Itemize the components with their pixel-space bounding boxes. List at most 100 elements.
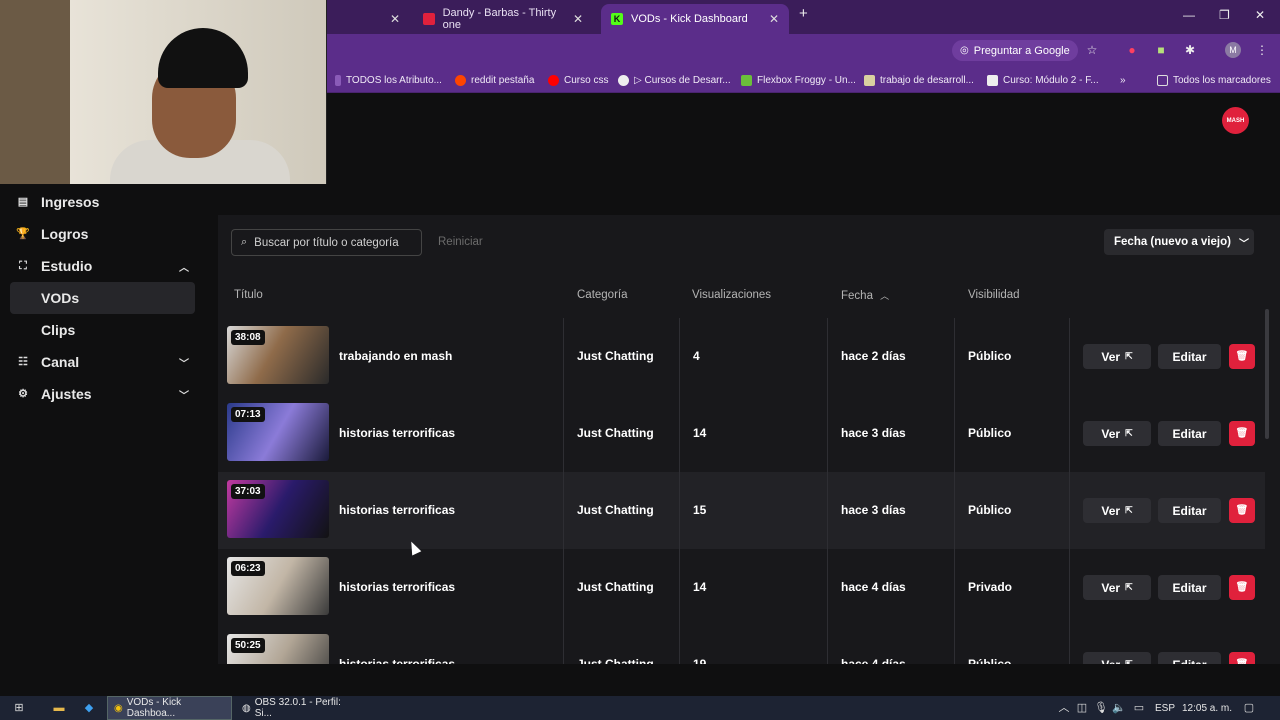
vod-views: 4 — [693, 349, 700, 363]
extension-icon[interactable]: ■ — [1153, 42, 1169, 58]
sidebar-item-clips[interactable]: Clips — [10, 314, 195, 346]
view-button[interactable]: Ver ⇱ — [1083, 344, 1151, 369]
column-divider — [563, 395, 564, 472]
sidebar-item-label: Canal — [41, 354, 80, 370]
close-tab-icon[interactable]: ✕ — [573, 12, 583, 26]
bookmark-item[interactable]: Curso: Módulo 2 - F... — [987, 72, 1099, 88]
microphone-icon[interactable]: 🎙 — [1094, 701, 1108, 715]
sidebar-item-logros[interactable]: 🏆 Logros — [10, 218, 195, 250]
sidebar-item-estudio[interactable]: ⛶ Estudio ︿ — [10, 250, 195, 282]
menu-kebab-icon[interactable]: ⋮ — [1254, 42, 1270, 58]
frog-icon — [741, 74, 752, 86]
column-divider — [827, 549, 828, 626]
column-header-views[interactable]: Visualizaciones — [692, 289, 771, 301]
table-row[interactable]: 07:13 historias terrorificas Just Chatting… — [218, 395, 1265, 472]
tray-icon[interactable]: ◫ — [1075, 701, 1089, 715]
network-icon[interactable]: ▭ — [1132, 701, 1146, 715]
external-link-icon: ⇱ — [1125, 505, 1133, 515]
sidebar-item-ajustes[interactable]: ⚙ Ajustes ﹀ — [10, 378, 195, 410]
sidebar-item-canal[interactable]: ☷ Canal ﹀ — [10, 346, 195, 378]
ask-google-button[interactable]: ◎ Preguntar a Google — [952, 40, 1078, 61]
vscode-icon[interactable]: ◆ — [82, 701, 96, 715]
bookmark-item[interactable]: Curso css — [548, 72, 608, 88]
sidebar-item-ingresos[interactable]: ▤ Ingresos — [10, 186, 195, 218]
edit-button[interactable]: Editar — [1158, 344, 1221, 369]
table-row[interactable]: 06:23 historias terrorificas Just Chatting… — [218, 549, 1265, 626]
bookmark-item[interactable]: ▷ Cursos de Desarr... — [618, 72, 731, 88]
bookmark-item[interactable]: trabajo de desarroll... — [864, 72, 974, 88]
table-row[interactable]: 38:08 trabajando en mash Just Chatting 4 hac… — [218, 318, 1265, 395]
chevron-up-icon: ︿ — [179, 262, 189, 274]
vod-views: 14 — [693, 426, 707, 440]
view-button-label: Ver — [1101, 580, 1121, 595]
delete-button[interactable]: 🗑 — [1229, 421, 1255, 446]
notifications-icon[interactable]: ▢ — [1242, 701, 1256, 715]
edit-button[interactable]: Editar — [1158, 421, 1221, 446]
vod-date: hace 4 días — [841, 580, 906, 594]
edit-button[interactable]: Editar — [1158, 498, 1221, 523]
column-header-date[interactable]: Fecha ︿ — [841, 289, 889, 302]
column-divider — [1069, 549, 1070, 626]
delete-button[interactable]: 🗑 — [1229, 575, 1255, 600]
column-header-visibility[interactable]: Visibilidad — [968, 289, 1020, 301]
view-button[interactable]: Ver ⇱ — [1083, 421, 1151, 446]
taskbar-item-obs[interactable]: ◍ OBS 32.0.1 - Perfil: Si... — [236, 696, 360, 720]
duration-badge: 38:08 — [231, 330, 265, 345]
speaker-icon[interactable]: 🔈 — [1112, 701, 1126, 715]
all-bookmarks-button[interactable]: Todos los marcadores — [1157, 72, 1271, 88]
file-explorer-icon[interactable]: ▬ — [52, 701, 66, 715]
chevron-up-icon[interactable]: ︿ — [1057, 701, 1071, 715]
bookmarks-bar: TODOS los Atributo... reddit pestaña Cur… — [327, 67, 1280, 93]
extensions-puzzle-icon[interactable]: ✱ — [1182, 42, 1198, 58]
profile-avatar[interactable]: M — [1225, 42, 1241, 58]
close-tab-icon[interactable]: ✕ — [390, 12, 400, 26]
delete-button[interactable]: 🗑 — [1229, 344, 1255, 369]
minimize-icon[interactable]: — — [1183, 8, 1195, 22]
windows-start-icon[interactable]: ⊞ — [12, 701, 26, 715]
restore-icon[interactable]: ❐ — [1219, 8, 1230, 22]
user-avatar[interactable]: MASH — [1222, 107, 1249, 134]
view-button[interactable]: Ver ⇱ — [1083, 498, 1151, 523]
browser-tab[interactable]: Dandy - Barbas - Thirty one ✕ — [413, 4, 593, 34]
column-divider — [679, 472, 680, 549]
vod-title: historias terrorificas — [339, 503, 456, 517]
language-indicator[interactable]: ESP — [1155, 696, 1175, 720]
scrollbar[interactable] — [1265, 309, 1269, 439]
vod-views: 15 — [693, 503, 707, 517]
bookmark-item[interactable]: Flexbox Froggy - Un... — [741, 72, 856, 88]
vod-thumbnail[interactable]: 37:03 — [227, 480, 329, 538]
vod-thumbnail[interactable]: 06:23 — [227, 557, 329, 615]
vod-thumbnail[interactable]: 38:08 — [227, 326, 329, 384]
edit-button[interactable]: Editar — [1158, 575, 1221, 600]
app-header — [327, 93, 1280, 215]
column-header-title[interactable]: Título — [234, 289, 263, 301]
taskbar-item-chrome[interactable]: ◉ VODs - Kick Dashboa... — [107, 696, 232, 720]
extension-icon[interactable]: ● — [1124, 42, 1140, 58]
view-button[interactable]: Ver ⇱ — [1083, 575, 1151, 600]
search-placeholder: Buscar por título o categoría — [254, 236, 399, 249]
browser-tab[interactable]: ✕ — [327, 4, 410, 34]
chevron-down-icon: ﹀ — [179, 358, 189, 370]
bookmark-item[interactable]: reddit pestaña — [455, 72, 534, 88]
browser-tab-active[interactable]: K VODs - Kick Dashboard ✕ — [601, 4, 789, 34]
sort-label: Fecha (nuevo a viejo) — [1114, 236, 1231, 248]
close-tab-icon[interactable]: ✕ — [769, 12, 779, 26]
bookmark-label: Curso: Módulo 2 - F... — [1003, 74, 1099, 86]
vod-date: hace 2 días — [841, 349, 906, 363]
sidebar-item-vods[interactable]: VODs — [10, 282, 195, 314]
clock[interactable]: 12:05 a. m. — [1182, 696, 1232, 720]
column-header-category[interactable]: Categoría — [577, 289, 628, 301]
bookmark-item[interactable]: TODOS los Atributo... — [335, 72, 442, 88]
new-tab-button[interactable]: + — [799, 5, 808, 22]
reset-button[interactable]: Reiniciar — [438, 236, 483, 248]
sort-dropdown[interactable]: Fecha (nuevo a viejo) ﹀ — [1104, 229, 1254, 255]
star-icon[interactable]: ☆ — [1084, 42, 1100, 58]
vod-thumbnail[interactable]: 07:13 — [227, 403, 329, 461]
delete-button[interactable]: 🗑 — [1229, 498, 1255, 523]
duration-badge: 50:25 — [231, 638, 265, 653]
more-bookmarks-button[interactable]: » — [1120, 72, 1126, 88]
sidebar-item-label: Clips — [41, 322, 76, 338]
search-input[interactable]: ⌕ Buscar por título o categoría — [231, 229, 422, 256]
table-row[interactable]: 37:03 historias terrorificas Just Chatting… — [218, 472, 1265, 549]
close-window-icon[interactable]: ✕ — [1255, 8, 1265, 22]
